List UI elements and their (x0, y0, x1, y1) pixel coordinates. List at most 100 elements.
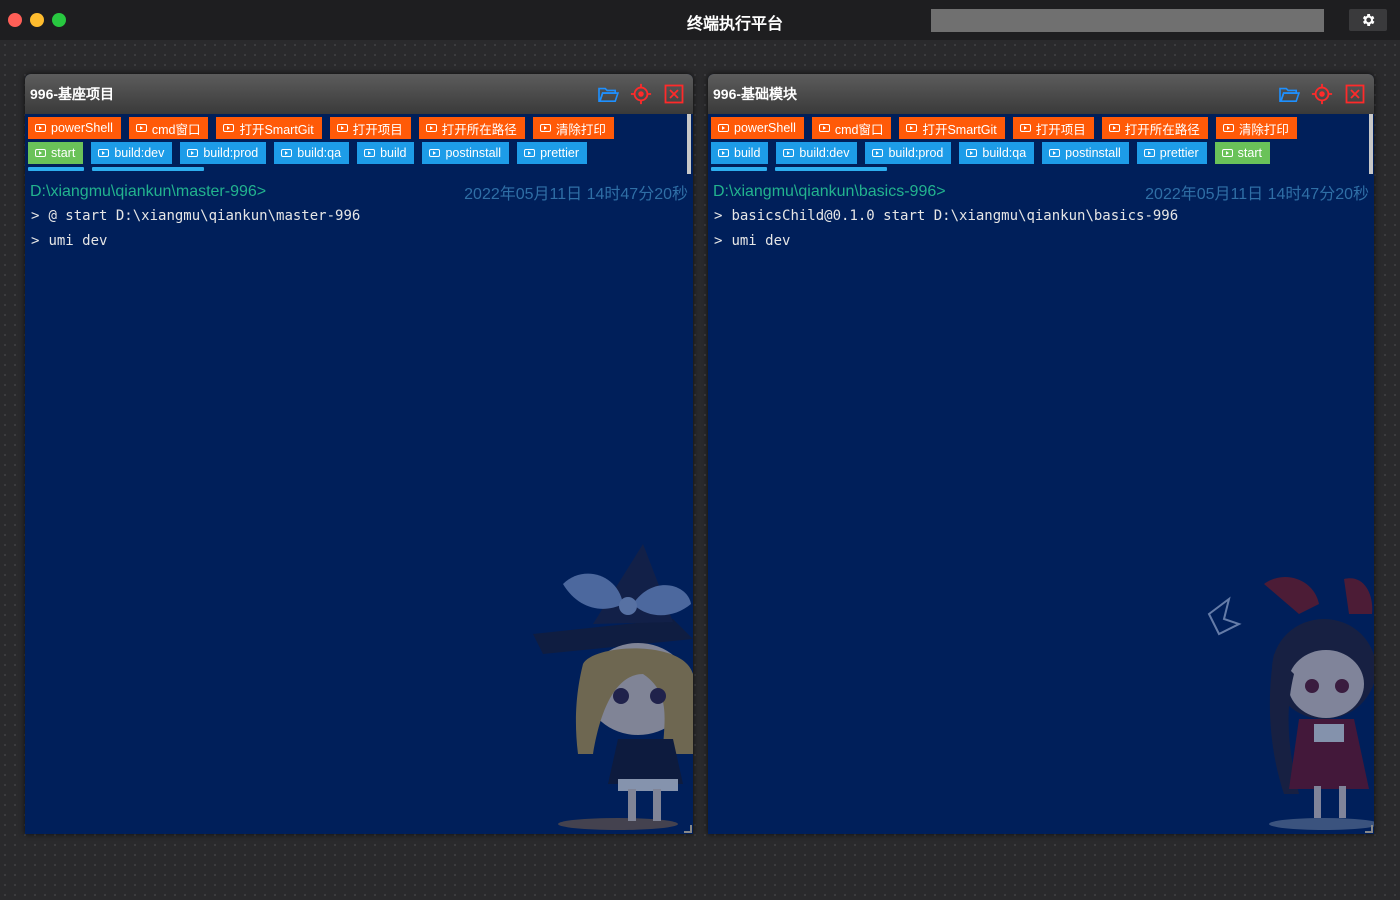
script-build-prod-button[interactable]: build:prod (865, 142, 952, 164)
play-icon (1221, 149, 1233, 157)
powershell-button[interactable]: powerShell (711, 117, 804, 139)
settings-button[interactable] (1349, 9, 1387, 31)
play-icon (783, 149, 795, 157)
script-start-button[interactable]: start (1214, 142, 1270, 164)
terminal-info: D:\xiangmu\qiankun\basics-996> 2022年05月1… (708, 181, 1374, 203)
horizontal-scrollbar[interactable] (711, 167, 1371, 171)
terminal-line: > umi dev (31, 232, 108, 249)
play-icon (818, 124, 830, 132)
play-icon (135, 124, 147, 132)
cmd-button[interactable]: cmd窗口 (811, 117, 892, 139)
open-path-button[interactable]: 打开所在路径 (1101, 117, 1208, 139)
script-buttons-row: build build:dev build:prod build:qa post… (711, 142, 1371, 164)
panel-header[interactable]: 996-基座项目 (25, 74, 693, 114)
script-postinstall-button[interactable]: postinstall (422, 142, 510, 164)
scroll-thumb[interactable] (92, 167, 204, 171)
gear-icon (1362, 14, 1375, 26)
title-bar: 终端执行平台 (0, 0, 1400, 40)
play-icon (281, 149, 293, 157)
scroll-thumb[interactable] (775, 167, 887, 171)
target-icon (630, 83, 651, 105)
open-project-button[interactable]: 打开项目 (1012, 117, 1094, 139)
close-window-button[interactable] (8, 13, 22, 27)
terminal-panel-master: 996-基座项目 powerShell cmd窗口 打开SmartGit 打开项… (25, 74, 693, 834)
scroll-thumb[interactable] (28, 167, 84, 171)
terminal-info: D:\xiangmu\qiankun\master-996> 2022年05月1… (25, 181, 693, 203)
clear-output-button[interactable]: 清除打印 (1215, 117, 1297, 139)
script-buttons-row: start build:dev build:prod build:qa buil… (28, 142, 690, 164)
terminal-output: > @ start D:\xiangmu\qiankun\master-996 >… (25, 203, 693, 253)
script-build-dev-button[interactable]: build:dev (91, 142, 173, 164)
tool-buttons-row: powerShell cmd窗口 打开SmartGit 打开项目 打开所在路径 … (711, 117, 1371, 139)
script-build-prod-button[interactable]: build:prod (180, 142, 267, 164)
script-buttons: powerShell cmd窗口 打开SmartGit 打开项目 打开所在路径 … (708, 114, 1374, 171)
play-icon (718, 124, 729, 132)
panel-header[interactable]: 996-基础模块 (708, 74, 1374, 114)
play-icon (906, 124, 918, 132)
play-icon (718, 149, 729, 157)
cmd-button[interactable]: cmd窗口 (128, 117, 209, 139)
close-box-icon (664, 84, 683, 104)
open-project-button[interactable]: 打开项目 (329, 117, 411, 139)
play-icon (524, 149, 536, 157)
close-box-icon (1345, 84, 1364, 104)
clear-output-button[interactable]: 清除打印 (532, 117, 614, 139)
play-icon (1019, 124, 1031, 132)
open-path-button[interactable]: 打开所在路径 (418, 117, 525, 139)
search-input[interactable] (931, 9, 1324, 32)
powershell-button[interactable]: powerShell (28, 117, 121, 139)
play-icon (35, 149, 46, 157)
script-postinstall-button[interactable]: postinstall (1042, 142, 1129, 164)
script-build-button[interactable]: build (711, 142, 769, 164)
smartgit-button[interactable]: 打开SmartGit (216, 117, 322, 139)
open-folder-button[interactable] (596, 83, 619, 105)
resize-handle[interactable] (684, 825, 692, 833)
play-icon (425, 124, 437, 132)
play-icon (966, 149, 978, 157)
play-icon (364, 149, 376, 157)
script-prettier-button[interactable]: prettier (1136, 142, 1207, 164)
script-build-qa-button[interactable]: build:qa (959, 142, 1035, 164)
maximize-window-button[interactable] (52, 13, 66, 27)
play-icon (1108, 124, 1120, 132)
mascot-shrine-maiden-illustration (1207, 576, 1374, 830)
vertical-scrollbar[interactable] (1369, 114, 1373, 174)
play-icon (872, 149, 884, 157)
vertical-scrollbar[interactable] (687, 114, 691, 174)
script-buttons: powerShell cmd窗口 打开SmartGit 打开项目 打开所在路径 … (25, 114, 693, 171)
play-icon (336, 124, 348, 132)
play-icon (223, 124, 235, 132)
play-icon (187, 149, 199, 157)
play-icon (1222, 124, 1234, 132)
scroll-thumb[interactable] (711, 167, 767, 171)
resize-handle[interactable] (1365, 825, 1373, 833)
window-controls (0, 13, 66, 27)
play-icon (98, 149, 110, 157)
target-icon (1311, 83, 1332, 105)
terminal-output: > basicsChild@0.1.0 start D:\xiangmu\qian… (708, 203, 1374, 253)
script-build-qa-button[interactable]: build:qa (274, 142, 350, 164)
current-directory: D:\xiangmu\qiankun\master-996> (30, 183, 267, 200)
close-panel-button[interactable] (1343, 83, 1366, 105)
script-prettier-button[interactable]: prettier (517, 142, 587, 164)
script-build-button[interactable]: build (357, 142, 415, 164)
locate-button[interactable] (629, 83, 652, 105)
horizontal-scrollbar[interactable] (28, 167, 690, 171)
open-folder-button[interactable] (1277, 83, 1300, 105)
current-directory: D:\xiangmu\qiankun\basics-996> (713, 183, 946, 200)
play-icon (1049, 149, 1061, 157)
terminal-line: > umi dev (714, 232, 791, 249)
play-icon (1143, 149, 1155, 157)
script-start-button[interactable]: start (28, 142, 84, 164)
mascot-witch-illustration (533, 544, 693, 830)
panel-title: 996-基础模块 (713, 86, 798, 102)
smartgit-button[interactable]: 打开SmartGit (899, 117, 1005, 139)
terminal-panel-basics: 996-基础模块 powerShell cmd窗口 打开SmartGit 打开项… (708, 74, 1374, 834)
script-build-dev-button[interactable]: build:dev (776, 142, 858, 164)
timestamp: 2022年05月11日 14时47分20秒 (1145, 186, 1369, 203)
minimize-window-button[interactable] (30, 13, 44, 27)
folder-open-icon (597, 87, 619, 103)
folder-open-icon (1278, 87, 1300, 103)
close-panel-button[interactable] (662, 83, 685, 105)
locate-button[interactable] (1310, 83, 1333, 105)
